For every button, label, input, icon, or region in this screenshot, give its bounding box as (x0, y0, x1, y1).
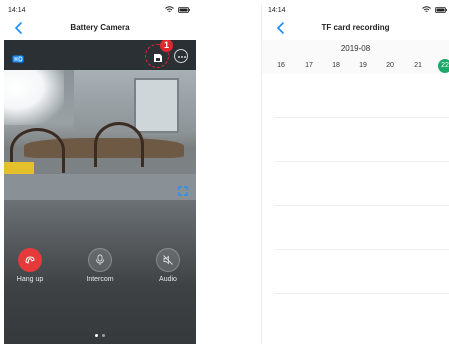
status-time: 14:14 (8, 7, 26, 14)
status-icons (422, 6, 447, 13)
call-controls: Hang up Intercom Audio (4, 200, 196, 344)
hang-up-button[interactable]: Hang up (4, 248, 56, 283)
hang-up-label: Hang up (16, 276, 44, 283)
hang-up-phone-icon (18, 248, 42, 272)
day-item[interactable]: 16 (274, 59, 288, 73)
day-item[interactable]: 21 (411, 59, 425, 73)
video-toolbar: 1 (4, 40, 196, 70)
live-video-view[interactable]: 1 (4, 40, 196, 200)
day-selector: 16 17 18 19 20 21 22 (262, 59, 449, 73)
wifi-icon (422, 6, 431, 13)
page-title: TF card recording (321, 23, 390, 32)
microphone-icon (88, 248, 112, 272)
audio-label: Audio (159, 276, 177, 283)
day-item[interactable]: 20 (383, 59, 397, 73)
page-dot (102, 334, 105, 337)
day-item-selected[interactable]: 22 (438, 59, 449, 73)
page-title: Battery Camera (70, 23, 130, 32)
page-indicator (4, 334, 196, 337)
battery-icon (178, 6, 190, 13)
month-label: 2019-08 (340, 44, 371, 53)
camera-feed-image (4, 70, 196, 200)
battery-camera-screen: 14:14 Battery Camera 1 Hang up Intercom … (4, 4, 196, 344)
intercom-label: Intercom (86, 276, 114, 283)
day-item[interactable]: 19 (356, 59, 370, 73)
intercom-button[interactable]: Intercom (74, 248, 126, 283)
nav-bar: Battery Camera (4, 18, 196, 40)
battery-icon (435, 6, 447, 13)
wifi-icon (165, 6, 174, 13)
status-bar: 14:14 (4, 4, 196, 18)
nav-bar: TF card recording (262, 18, 449, 40)
hd-icon[interactable] (12, 50, 24, 63)
audio-button[interactable]: Audio (142, 248, 194, 283)
fullscreen-icon[interactable] (178, 183, 188, 196)
status-icons (165, 6, 190, 13)
step-badge: 1 (160, 40, 173, 52)
speaker-muted-icon (156, 248, 180, 272)
more-options-icon[interactable] (174, 49, 188, 63)
day-item[interactable]: 17 (302, 59, 316, 73)
status-bar: 14:14 (262, 4, 449, 18)
day-item[interactable]: 18 (329, 59, 343, 73)
tf-card-recording-screen: 14:14 TF card recording 2019-08 16 17 18… (262, 4, 449, 344)
page-dot (95, 334, 98, 337)
status-time: 14:14 (268, 7, 286, 14)
